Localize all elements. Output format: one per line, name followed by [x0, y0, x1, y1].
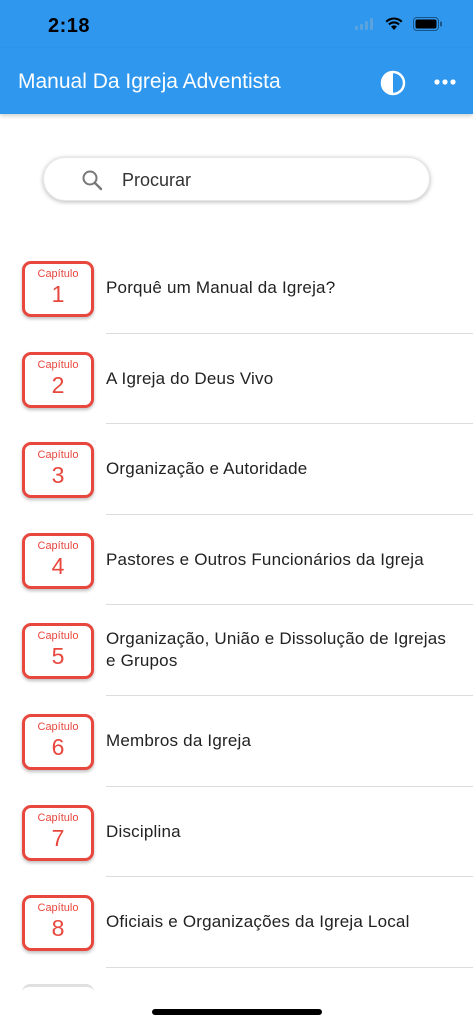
- chapter-badge-label: Capítulo: [37, 358, 79, 371]
- status-time: 2:18: [48, 15, 91, 37]
- chapter-title: Organização e Autoridade: [106, 459, 308, 479]
- chapter-number: 5: [51, 643, 65, 670]
- chapter-number: 2: [51, 371, 65, 398]
- wifi-icon: [385, 17, 403, 30]
- chapter-badge: Capítulo 1: [22, 261, 94, 317]
- search-input[interactable]: [122, 166, 412, 194]
- chapter-badge-label: Capítulo: [37, 539, 79, 552]
- search-bar[interactable]: [43, 157, 430, 201]
- chapter-item[interactable]: Capítulo 6 Membros da Igreja: [0, 696, 473, 787]
- chapter-badge-label: Capítulo: [37, 268, 79, 280]
- chapter-list: Capítulo 1 Porquê um Manual da Igreja? C…: [0, 243, 473, 968]
- chapter-title: Membros da Igreja: [106, 730, 252, 750]
- chapter-item[interactable]: Capítulo 5 Organização, União e Dissoluç…: [0, 605, 473, 696]
- chapter-badge: Capítulo 4: [22, 532, 94, 589]
- chapter-badge-label: Capítulo: [37, 720, 79, 733]
- battery-icon: [413, 17, 442, 31]
- status-bar: 2:18: [0, 0, 473, 48]
- chapter-number: 8: [51, 915, 65, 942]
- divider: [106, 966, 473, 968]
- chapter-title: Oficiais e Organizações da Igreja Local: [106, 912, 410, 932]
- chapter-item[interactable]: Capítulo 3 Organização e Autoridade: [0, 424, 473, 515]
- chapter-badge: Capítulo 6: [22, 713, 94, 770]
- chapter-title: Organização, União e Dissolução de Igrej…: [106, 629, 447, 671]
- chapter-title: Porquê um Manual da Igreja?: [106, 278, 336, 297]
- chapter-number: 1: [51, 281, 65, 307]
- chapter-badge-label: Capítulo: [37, 630, 79, 643]
- chapter-item[interactable]: Capítulo 4 Pastores e Outros Funcionário…: [0, 515, 473, 606]
- chapter-badge-label: Capítulo: [37, 811, 79, 824]
- chapter-item[interactable]: Capítulo 8 Oficiais e Organizações da Ig…: [0, 877, 473, 968]
- status-icons: [355, 17, 443, 31]
- chapter-badge-label: Capítulo: [37, 449, 79, 462]
- chapter-badge: Capítulo 8: [22, 895, 94, 952]
- chapter-badge: Capítulo 2: [22, 351, 94, 408]
- chapter-badge: Capítulo 7: [22, 804, 94, 861]
- chapter-badge-label: Capítulo: [37, 902, 79, 915]
- chapter-number: 4: [51, 552, 65, 579]
- chapter-item[interactable]: Capítulo 7 Disciplina: [0, 787, 473, 878]
- chapter-title: Disciplina: [106, 821, 181, 841]
- app-title: Manual Da Igreja Adventista: [18, 70, 281, 93]
- chapter-badge: Capítulo 3: [22, 442, 94, 499]
- chapter-title: A Igreja do Deus Vivo: [106, 368, 274, 388]
- chapter-title: Pastores e Outros Funcionários da Igreja: [106, 549, 424, 569]
- chapter-number: 7: [51, 824, 65, 851]
- chapter-number: 6: [51, 733, 65, 760]
- app-bar: Manual Da Igreja Adventista: [0, 48, 473, 114]
- chapter-number: 3: [51, 462, 65, 489]
- contrast-icon[interactable]: [380, 70, 406, 96]
- chapter-item[interactable]: Capítulo 1 Porquê um Manual da Igreja?: [0, 243, 473, 334]
- chapter-badge: Capítulo 5: [22, 623, 94, 680]
- more-horizontal-icon[interactable]: [432, 74, 458, 90]
- signal-icon: [355, 18, 373, 30]
- home-indicator[interactable]: [152, 1009, 322, 1015]
- chapter-item[interactable]: Capítulo 2 A Igreja do Deus Vivo: [0, 334, 473, 425]
- search-icon: [82, 170, 103, 191]
- next-chapter-badge-edge: [22, 984, 94, 992]
